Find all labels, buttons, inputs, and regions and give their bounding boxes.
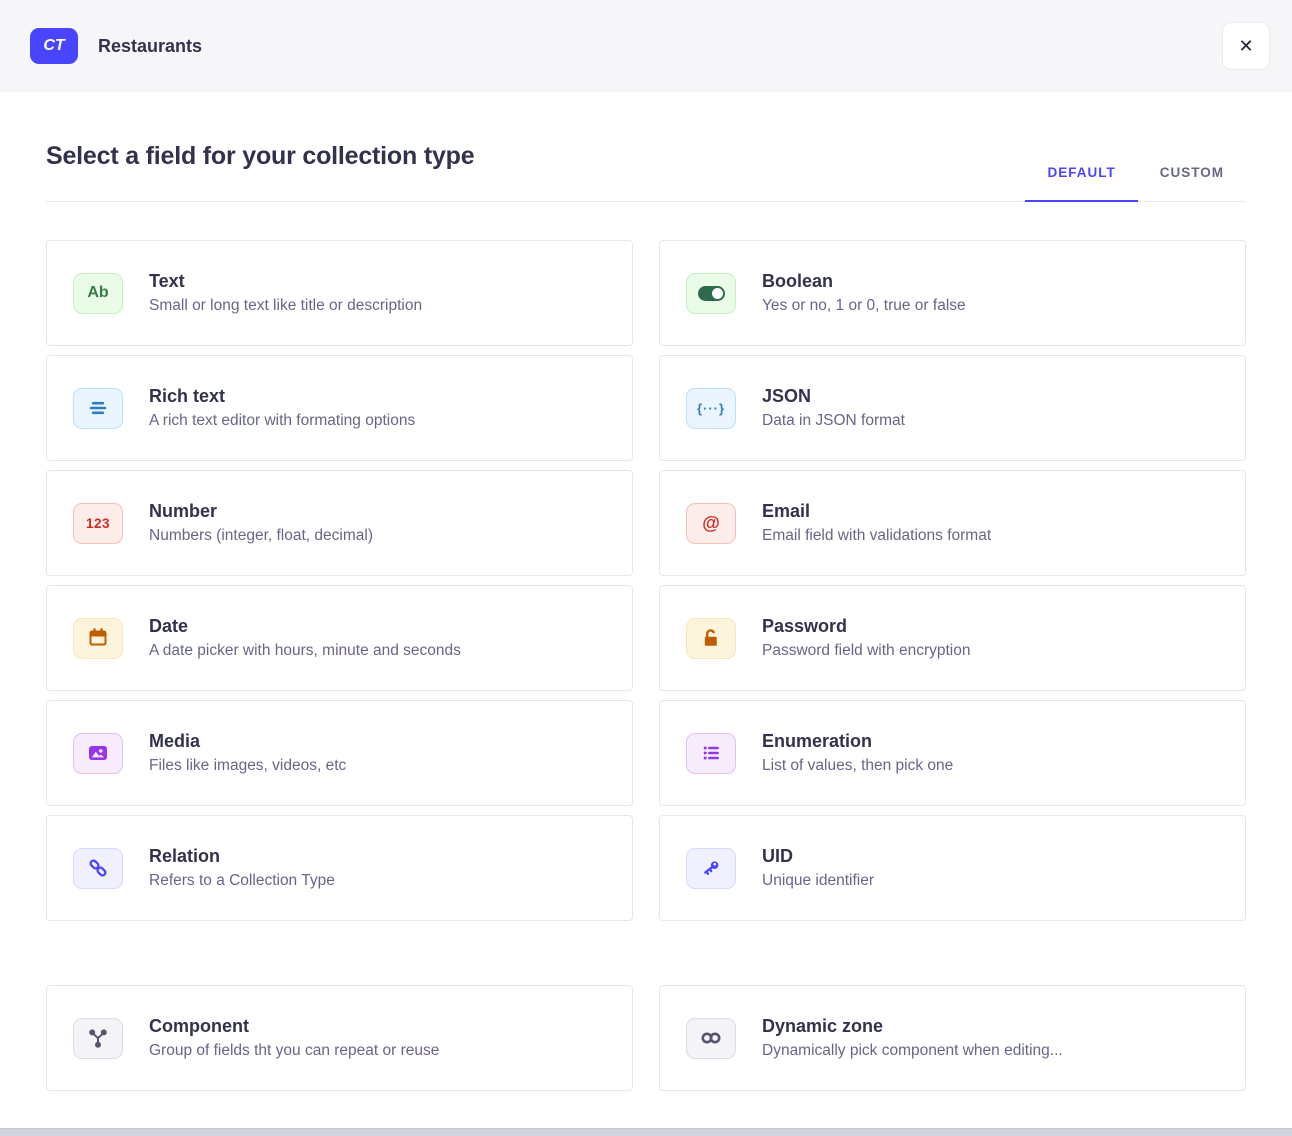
- infinity-icon: [686, 1018, 736, 1059]
- field-description: Email field with validations format: [762, 527, 991, 545]
- field-card-uid[interactable]: UID Unique identifier: [659, 815, 1246, 921]
- field-name: Enumeration: [762, 731, 953, 752]
- field-name: Boolean: [762, 271, 966, 292]
- field-description: Numbers (integer, float, decimal): [149, 527, 373, 545]
- at-sign-icon: @: [686, 503, 736, 544]
- ab-letters-icon: Ab: [73, 273, 123, 314]
- close-icon: ✕: [1238, 36, 1253, 57]
- calendar-icon: [73, 618, 123, 659]
- bullet-list-icon: [686, 733, 736, 774]
- field-name: Number: [149, 501, 373, 522]
- field-card-email[interactable]: @ Email Email field with validations for…: [659, 470, 1246, 576]
- field-card-json[interactable]: {···} JSON Data in JSON format: [659, 355, 1246, 461]
- field-description: Dynamically pick component when editing.…: [762, 1042, 1063, 1060]
- tabs: DEFAULT CUSTOM: [1025, 165, 1246, 201]
- collection-type-badge-label: CT: [43, 37, 64, 55]
- key-icon: [686, 848, 736, 889]
- field-card-relation[interactable]: Relation Refers to a Collection Type: [46, 815, 633, 921]
- field-description: List of values, then pick one: [762, 757, 953, 775]
- field-name: Date: [149, 616, 461, 637]
- modal-body: Select a field for your collection type …: [0, 92, 1292, 1091]
- field-name: Relation: [149, 846, 335, 867]
- field-name: Text: [149, 271, 422, 292]
- field-name: Password: [762, 616, 971, 637]
- close-button[interactable]: ✕: [1222, 22, 1270, 70]
- collection-name: Restaurants: [98, 36, 202, 57]
- title-tabs-bar: Select a field for your collection type …: [46, 92, 1246, 202]
- field-description: Data in JSON format: [762, 412, 905, 430]
- field-type-grid: Ab Text Small or long text like title or…: [46, 240, 1246, 921]
- picture-icon: [73, 733, 123, 774]
- curly-braces-icon: {···}: [686, 388, 736, 429]
- field-card-number[interactable]: 123 Number Numbers (integer, float, deci…: [46, 470, 633, 576]
- field-name: Dynamic zone: [762, 1016, 1063, 1037]
- field-name: Media: [149, 731, 346, 752]
- field-card-password[interactable]: Password Password field with encryption: [659, 585, 1246, 691]
- field-description: Unique identifier: [762, 872, 874, 890]
- chain-link-icon: [73, 848, 123, 889]
- field-name: JSON: [762, 386, 905, 407]
- field-description: Password field with encryption: [762, 642, 971, 660]
- field-card-boolean[interactable]: Boolean Yes or no, 1 or 0, true or false: [659, 240, 1246, 346]
- tab-custom[interactable]: CUSTOM: [1138, 165, 1246, 201]
- field-description: Small or long text like title or descrip…: [149, 297, 422, 315]
- nodes-icon: [73, 1018, 123, 1059]
- field-description: Refers to a Collection Type: [149, 872, 335, 890]
- field-name: UID: [762, 846, 874, 867]
- field-card-richtext[interactable]: Rich text A rich text editor with format…: [46, 355, 633, 461]
- padlock-icon: [686, 618, 736, 659]
- field-name: Component: [149, 1016, 439, 1037]
- toggle-icon: [686, 273, 736, 314]
- field-card-component[interactable]: Component Group of fields tht you can re…: [46, 985, 633, 1091]
- advanced-field-grid: Component Group of fields tht you can re…: [46, 985, 1246, 1091]
- field-description: Files like images, videos, etc: [149, 757, 346, 775]
- field-description: Group of fields tht you can repeat or re…: [149, 1042, 439, 1060]
- field-card-text[interactable]: Ab Text Small or long text like title or…: [46, 240, 633, 346]
- footer-divider: [0, 1128, 1292, 1136]
- field-card-date[interactable]: Date A date picker with hours, minute an…: [46, 585, 633, 691]
- one-two-three-icon: 123: [73, 503, 123, 544]
- field-description: A rich text editor with formating option…: [149, 412, 415, 430]
- field-card-media[interactable]: Media Files like images, videos, etc: [46, 700, 633, 806]
- field-name: Email: [762, 501, 991, 522]
- collection-type-badge: CT: [30, 28, 78, 64]
- tab-default[interactable]: DEFAULT: [1025, 165, 1137, 202]
- page-title: Select a field for your collection type: [46, 142, 474, 171]
- field-name: Rich text: [149, 386, 415, 407]
- field-card-dynamiczone[interactable]: Dynamic zone Dynamically pick component …: [659, 985, 1246, 1091]
- field-description: A date picker with hours, minute and sec…: [149, 642, 461, 660]
- field-card-enumeration[interactable]: Enumeration List of values, then pick on…: [659, 700, 1246, 806]
- text-lines-icon: [73, 388, 123, 429]
- modal-header: CT Restaurants ✕: [0, 0, 1292, 92]
- field-description: Yes or no, 1 or 0, true or false: [762, 297, 966, 315]
